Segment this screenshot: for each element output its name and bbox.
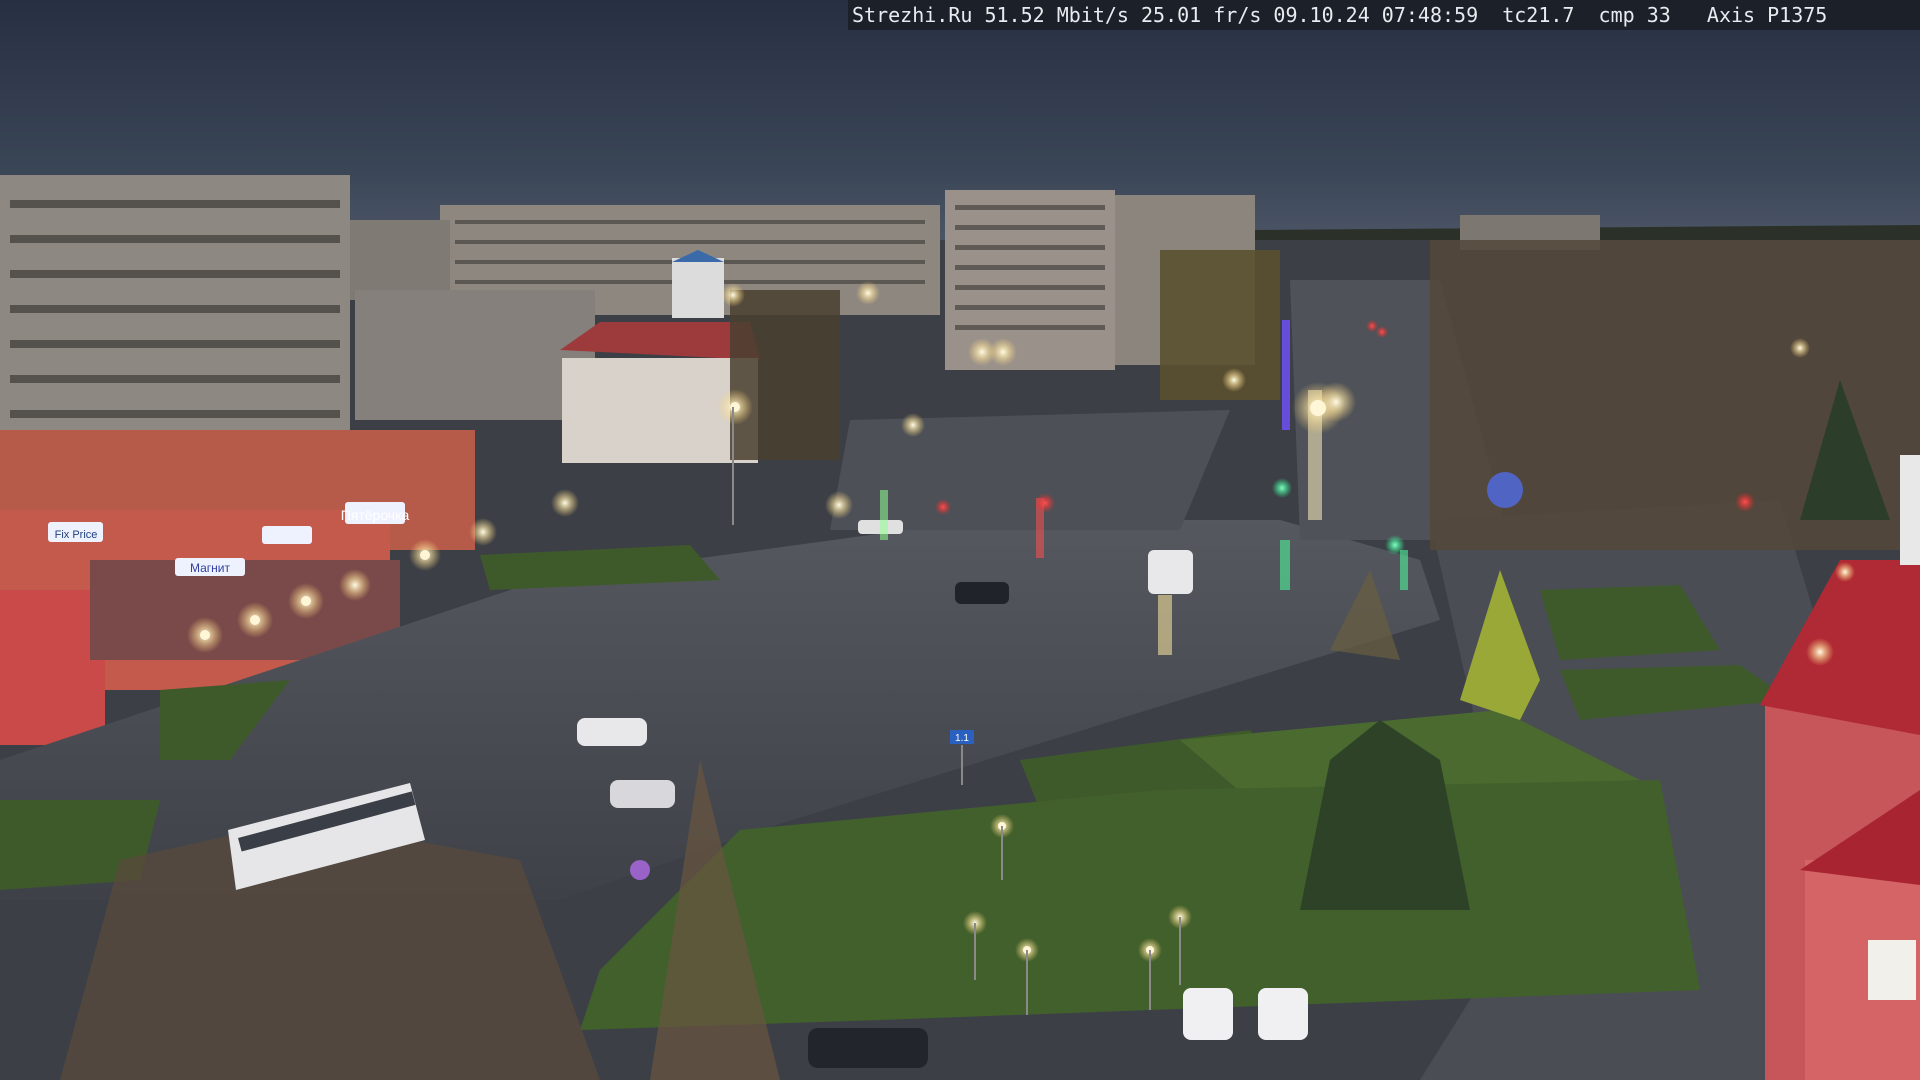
town-square-photo: Пятёрочка Магнит Fix Price 1.1 xyxy=(0,0,1920,1080)
camera-overlay-text: Strezhi.Ru 51.52 Mbit/s 25.01 fr/s 09.10… xyxy=(848,0,1920,30)
webcam-scene: Пятёрочка Магнит Fix Price 1.1 Strezhi.R… xyxy=(0,0,1920,1080)
upper-plaza xyxy=(830,410,1230,530)
store-sign-3: Fix Price xyxy=(55,529,98,541)
store-sign-1: Пятёрочка xyxy=(341,507,410,523)
road-sign-label: 1.1 xyxy=(955,733,969,744)
store-sign-2: Магнит xyxy=(190,561,231,575)
